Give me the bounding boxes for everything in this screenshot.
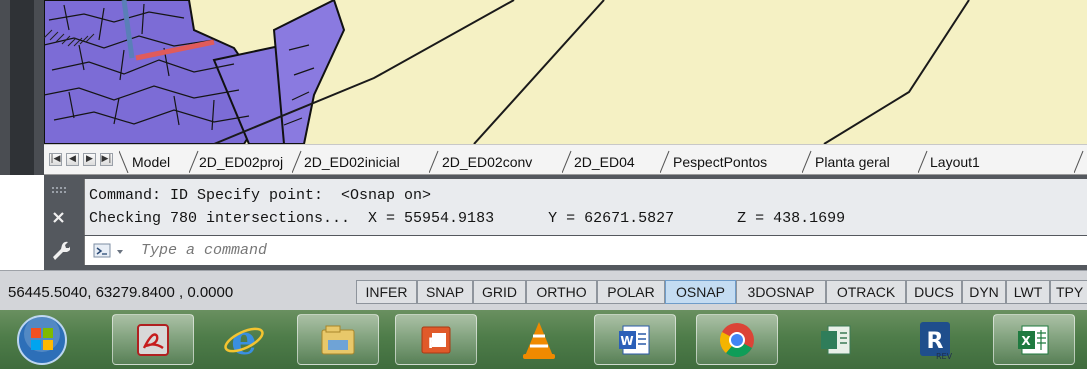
- wall-model-right: [272, 0, 346, 144]
- 3dosnap-toggle[interactable]: 3DOSNAP: [736, 280, 826, 304]
- svg-text:e: e: [231, 318, 256, 362]
- otrack-toggle[interactable]: OTRACK: [826, 280, 906, 304]
- acrobat-icon: [137, 323, 169, 356]
- taskbar-revit[interactable]: R REV: [895, 314, 977, 365]
- taskbar-word[interactable]: W: [594, 314, 676, 365]
- next-tab-button[interactable]: ▶: [83, 153, 96, 166]
- windows-taskbar: e P W R REV X: [0, 310, 1087, 369]
- tab-2d-ed02proj[interactable]: 2D_ED02proj: [199, 151, 283, 173]
- internet-explorer-icon: e: [224, 318, 264, 362]
- start-button[interactable]: [12, 314, 72, 365]
- svg-text:W: W: [620, 334, 633, 348]
- file-manager-icon: [321, 325, 355, 354]
- powerpoint-icon: P: [421, 326, 451, 353]
- tab-layout1[interactable]: Layout1: [930, 151, 980, 173]
- drag-grip-icon: [52, 187, 66, 193]
- taskbar-acrobat[interactable]: [112, 314, 194, 365]
- command-prompt-icon[interactable]: [93, 242, 133, 260]
- vlc-icon: [523, 321, 555, 359]
- close-icon: [53, 212, 64, 223]
- drawing-viewport[interactable]: [44, 0, 1087, 144]
- tab-separator: [119, 150, 129, 173]
- svg-text:R: R: [927, 329, 944, 354]
- tab-2d-ed02inicial[interactable]: 2D_ED02inicial: [304, 151, 400, 173]
- drawing-canvas[interactable]: [44, 0, 1087, 144]
- excel-icon: X: [1018, 325, 1049, 354]
- command-window-controls: [52, 187, 70, 260]
- last-tab-button[interactable]: ▶|: [100, 153, 113, 166]
- tab-2d-ed04[interactable]: 2D_ED04: [574, 151, 635, 173]
- osnap-toggle[interactable]: OSNAP: [665, 280, 736, 304]
- previous-tab-button[interactable]: ◀: [66, 153, 79, 166]
- taskbar-excel[interactable]: X: [993, 314, 1075, 365]
- taskbar-publisher[interactable]: [795, 314, 877, 365]
- command-history: Command: ID Specify point: <Osnap on> Ch…: [84, 179, 1087, 235]
- svg-text:P: P: [428, 336, 438, 352]
- contour-line-3: [823, 0, 970, 144]
- command-window: Command: ID Specify point: <Osnap on> Ch…: [44, 175, 1087, 270]
- windows-start-icon: [17, 314, 67, 365]
- tab-pespectpontos[interactable]: PespectPontos: [673, 151, 767, 173]
- layout-tabs-bar: |◀ ◀ ▶ ▶| Model 2D_ED02proj 2D_ED02inici…: [44, 144, 1087, 175]
- infer-toggle[interactable]: INFER: [356, 280, 417, 304]
- word-icon: W: [619, 325, 650, 354]
- left-frame: [0, 0, 44, 175]
- command-input[interactable]: [141, 239, 1041, 261]
- chrome-icon: [719, 322, 754, 357]
- snap-toggle[interactable]: SNAP: [417, 280, 473, 304]
- svg-text:REV: REV: [936, 352, 953, 361]
- polar-toggle[interactable]: POLAR: [597, 280, 665, 304]
- first-tab-button[interactable]: |◀: [49, 153, 62, 166]
- status-bar: 56445.5040, 63279.8400 , 0.0000 INFER SN…: [0, 270, 1087, 310]
- taskbar-powerpoint[interactable]: P: [395, 314, 477, 365]
- grid-toggle[interactable]: GRID: [473, 280, 526, 304]
- ducs-toggle[interactable]: DUCS: [906, 280, 962, 304]
- command-history-line-2: Checking 780 intersections... X = 55954.…: [89, 210, 846, 227]
- svg-text:X: X: [1021, 334, 1031, 348]
- tpy-toggle[interactable]: TPY: [1050, 280, 1087, 304]
- ortho-toggle[interactable]: ORTHO: [526, 280, 597, 304]
- contour-line-2: [473, 0, 605, 144]
- taskbar-internet-explorer[interactable]: e: [203, 314, 285, 365]
- command-history-line-1: Command: ID Specify point: <Osnap on>: [89, 187, 432, 204]
- publisher-icon: [821, 325, 851, 354]
- taskbar-chrome[interactable]: [696, 314, 778, 365]
- tab-2d-ed02conv[interactable]: 2D_ED02conv: [442, 151, 532, 173]
- taskbar-file-manager[interactable]: [297, 314, 379, 365]
- revit-icon: R REV: [920, 321, 953, 361]
- tab-planta-geral[interactable]: Planta geral: [815, 151, 890, 173]
- command-line-bar: [84, 236, 1087, 265]
- cursor-coordinates[interactable]: 56445.5040, 63279.8400 , 0.0000: [8, 284, 233, 301]
- wrench-icon: [53, 241, 70, 260]
- autocad-window: |◀ ◀ ▶ ▶| Model 2D_ED02proj 2D_ED02inici…: [0, 0, 1087, 369]
- dyn-toggle[interactable]: DYN: [962, 280, 1006, 304]
- lwt-toggle[interactable]: LWT: [1006, 280, 1050, 304]
- tab-model[interactable]: Model: [132, 151, 170, 173]
- taskbar-vlc[interactable]: [498, 314, 580, 365]
